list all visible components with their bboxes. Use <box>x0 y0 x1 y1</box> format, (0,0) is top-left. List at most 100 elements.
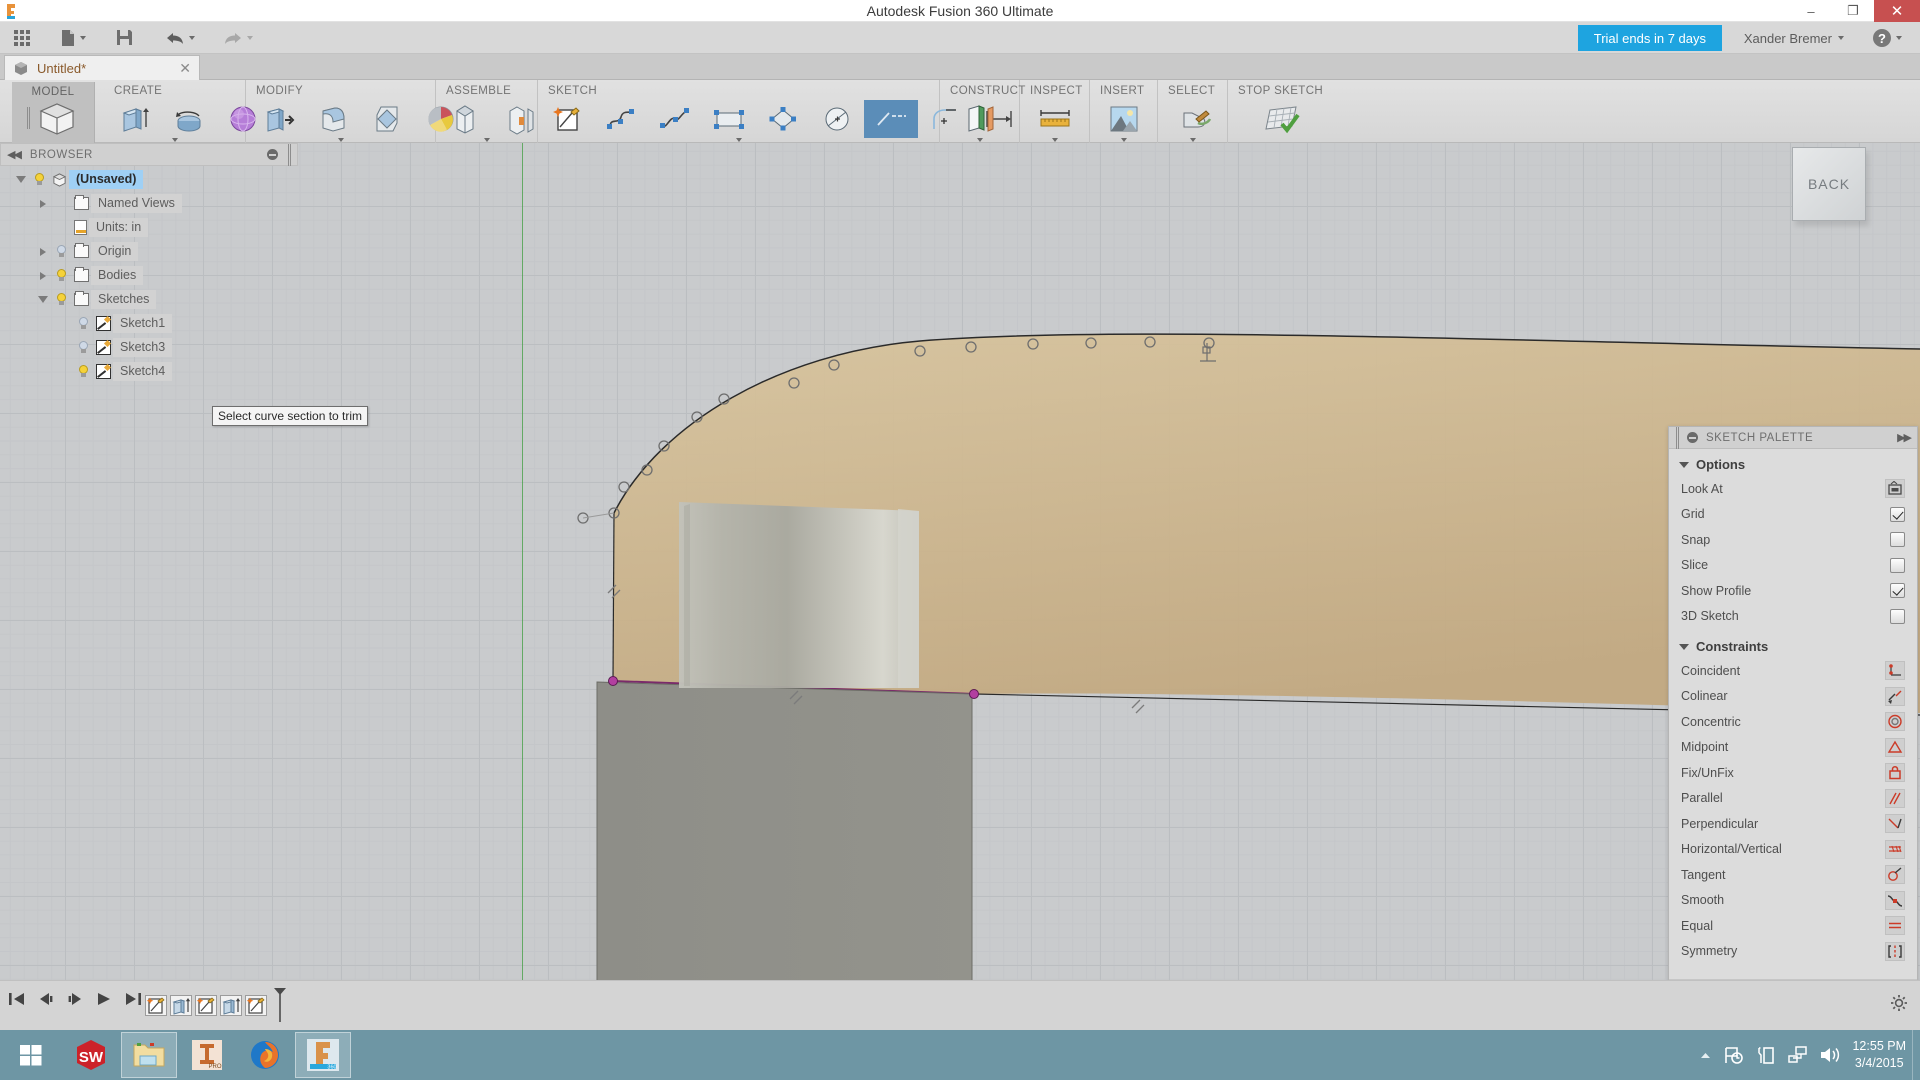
constraint-equal[interactable]: Equal <box>1669 913 1917 939</box>
sketch-option-3d-sketch[interactable]: 3D Sketch <box>1669 604 1917 630</box>
speaker-icon[interactable] <box>1819 1045 1841 1065</box>
minus-circle-icon[interactable] <box>1687 432 1698 443</box>
constraint-colinear[interactable]: Colinear <box>1669 684 1917 710</box>
view-cube[interactable]: BACK <box>1788 143 1880 225</box>
chevron-down-icon[interactable] <box>976 138 983 142</box>
browser-tree-item-origin[interactable]: Origin <box>0 242 298 261</box>
tree-twisty[interactable] <box>36 271 50 280</box>
constraint-symmetry[interactable]: Symmetry <box>1669 939 1917 965</box>
options-section-header[interactable]: Options <box>1669 457 1917 476</box>
construction-plane-tool[interactable] <box>953 100 1007 138</box>
taskbar-solidworks[interactable]: SW <box>63 1032 119 1078</box>
concentric-icon[interactable] <box>1885 712 1905 732</box>
select-tool[interactable] <box>1170 100 1224 138</box>
chevron-down-icon[interactable] <box>171 138 178 142</box>
rectangle-tool[interactable] <box>702 100 756 138</box>
app-grid-button[interactable] <box>0 22 39 54</box>
taskbar-inventor-pro[interactable]: PRO <box>179 1032 235 1078</box>
horizontal-vertical-icon[interactable] <box>1885 839 1905 859</box>
timeline-feature-sketch3[interactable] <box>245 994 267 1016</box>
visibility-bulb-icon[interactable] <box>32 172 47 187</box>
new-component-tool[interactable] <box>438 100 492 138</box>
constraint-coincident[interactable]: Coincident <box>1669 658 1917 684</box>
close-button[interactable]: ✕ <box>1874 0 1920 22</box>
browser-tree-item-sketch1[interactable]: Sketch1 <box>0 314 298 333</box>
minimize-button[interactable]: – <box>1790 0 1832 22</box>
chevron-down-icon[interactable] <box>1189 138 1196 142</box>
look-at-icon-button[interactable] <box>1885 479 1905 499</box>
grid-checkbox[interactable] <box>1890 506 1905 522</box>
parallel-icon[interactable] <box>1885 788 1905 808</box>
3d-sketch-checkbox[interactable] <box>1890 608 1905 624</box>
browser-tree-item-units-in[interactable]: Units: in <box>0 218 298 237</box>
symmetry-icon[interactable] <box>1885 941 1905 961</box>
show-desktop-button[interactable] <box>1912 1030 1920 1080</box>
trial-badge[interactable]: Trial ends in 7 days <box>1577 25 1722 51</box>
constraint-parallel[interactable]: Parallel <box>1669 786 1917 812</box>
tangent-icon[interactable] <box>1885 865 1905 885</box>
maximize-button[interactable]: ❐ <box>1832 0 1874 22</box>
line-tool[interactable] <box>594 100 648 138</box>
polygon-tool[interactable] <box>756 100 810 138</box>
visibility-bulb-icon[interactable] <box>54 292 69 307</box>
timeline-feature-sketch1[interactable] <box>145 994 167 1016</box>
redo-button[interactable] <box>214 22 262 54</box>
timeline-feature-extrude1[interactable] <box>170 994 192 1016</box>
constraint-tangent[interactable]: Tangent <box>1669 862 1917 888</box>
taskbar-firefox[interactable] <box>237 1032 293 1078</box>
midpoint-icon[interactable] <box>1885 737 1905 757</box>
timeline-marker[interactable] <box>272 988 288 1022</box>
browser-tree-item-sketch3[interactable]: Sketch3 <box>0 338 298 357</box>
browser-tree-item-sketch4[interactable]: Sketch4 <box>0 362 298 381</box>
sketch-option-look-at[interactable]: Look At <box>1669 476 1917 502</box>
tree-twisty[interactable] <box>36 199 50 208</box>
timeline-feature-extrude2[interactable] <box>220 994 242 1016</box>
browser-tree-item-bodies[interactable]: Bodies <box>0 266 298 285</box>
chevron-down-icon[interactable] <box>483 138 490 142</box>
minus-circle-icon[interactable] <box>267 149 278 160</box>
taskbar-fusion360[interactable]: 360 <box>295 1032 351 1078</box>
revolve-tool[interactable] <box>162 100 216 138</box>
sketch-option-show-profile[interactable]: Show Profile <box>1669 578 1917 604</box>
view-cube-face-label[interactable]: BACK <box>1792 147 1866 221</box>
smooth-icon[interactable] <box>1885 890 1905 910</box>
chevron-up-icon[interactable] <box>1699 1050 1712 1060</box>
workspace-tab-model[interactable]: MODEL <box>12 82 95 143</box>
insert-image-tool[interactable] <box>1106 100 1142 138</box>
double-right-arrow-icon[interactable]: ▶▶ <box>1897 431 1912 444</box>
device-icon[interactable] <box>1756 1045 1776 1065</box>
extrude-tool[interactable] <box>108 100 162 138</box>
measure-tool[interactable] <box>1028 100 1082 138</box>
chevron-down-icon[interactable] <box>1120 138 1127 142</box>
step-back-icon[interactable] <box>37 991 55 1007</box>
taskbar-clock[interactable]: 12:55 PM 3/4/2015 <box>1852 1038 1906 1072</box>
double-left-arrow-icon[interactable]: ◀◀ <box>7 148 22 161</box>
press-pull-tool[interactable] <box>252 100 306 138</box>
sketch-option-grid[interactable]: Grid <box>1669 502 1917 528</box>
show-profile-checkbox[interactable] <box>1890 583 1905 599</box>
browser-tree-item-unsaved[interactable]: (Unsaved) <box>0 170 298 189</box>
lock-icon[interactable] <box>1885 763 1905 783</box>
perpendicular-icon[interactable] <box>1885 814 1905 834</box>
fillet-tool[interactable] <box>306 100 360 138</box>
help-menu[interactable]: ? <box>1873 25 1902 51</box>
slice-checkbox[interactable] <box>1890 557 1905 573</box>
start-button[interactable] <box>0 1030 62 1080</box>
snap-checkbox[interactable] <box>1890 532 1905 548</box>
timeline-feature-sketch2[interactable] <box>195 994 217 1016</box>
stop-sketch-tool[interactable] <box>1254 100 1308 138</box>
spline-tool[interactable] <box>648 100 702 138</box>
palette-drag-handle[interactable] <box>1676 426 1679 449</box>
play-icon[interactable] <box>95 991 113 1007</box>
sketch-option-slice[interactable]: Slice <box>1669 553 1917 579</box>
circle-tool[interactable] <box>810 100 864 138</box>
skip-back-icon[interactable] <box>8 991 26 1007</box>
trim-tool[interactable] <box>864 100 918 138</box>
chevron-down-icon[interactable] <box>337 138 344 142</box>
new-file-button[interactable] <box>51 22 95 54</box>
constraint-perpendicular[interactable]: Perpendicular <box>1669 811 1917 837</box>
constraint-fix-unfix[interactable]: Fix/UnFix <box>1669 760 1917 786</box>
colinear-icon[interactable] <box>1885 686 1905 706</box>
user-menu[interactable]: Xander Bremer <box>1744 25 1844 51</box>
constraint-concentric[interactable]: Concentric <box>1669 709 1917 735</box>
